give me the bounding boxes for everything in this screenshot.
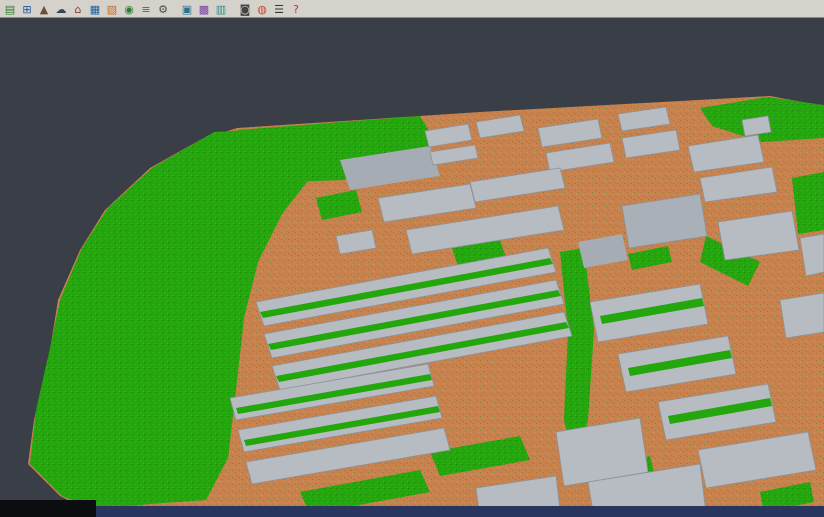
select-icon[interactable]: ▣ (179, 1, 195, 16)
toolbar-icons: ▤⊞▲☁⌂▦▧◉≡⚙ ▣▩▥ ◙◍☰? (2, 1, 304, 16)
layers-icon[interactable]: ▤ (2, 1, 18, 16)
bottom-strip (0, 500, 96, 517)
buildings-icon[interactable]: ⌂ (70, 1, 86, 16)
scene-root (0, 96, 824, 517)
pointcloud-icon[interactable]: ☁ (53, 1, 69, 16)
grid-icon[interactable]: ▦ (87, 1, 103, 16)
terrain-icon[interactable]: ▲ (36, 1, 52, 16)
render-icon[interactable]: ◍ (254, 1, 270, 16)
bottom-strip (96, 506, 824, 517)
texture-icon[interactable]: ▧ (104, 1, 120, 16)
globe-icon[interactable]: ◉ (121, 1, 137, 16)
help-icon[interactable]: ? (288, 1, 304, 16)
application-window: ▤⊞▲☁⌂▦▧◉≡⚙ ▣▩▥ ◙◍☰? (0, 0, 824, 517)
snapshot-icon[interactable]: ◙ (237, 1, 253, 16)
3d-viewport[interactable] (0, 0, 824, 517)
measure-icon[interactable]: ≡ (138, 1, 154, 16)
settings-icon[interactable]: ⚙ (155, 1, 171, 16)
building-roof (780, 293, 824, 338)
toolbar: ▤⊞▲☁⌂▦▧◉≡⚙ ▣▩▥ ◙◍☰? (0, 0, 824, 18)
building-roof (742, 116, 771, 136)
classify-icon[interactable]: ▩ (196, 1, 212, 16)
add-layer-icon[interactable]: ⊞ (19, 1, 35, 16)
profile-icon[interactable]: ▥ (213, 1, 229, 16)
menu-icon[interactable]: ☰ (271, 1, 287, 16)
